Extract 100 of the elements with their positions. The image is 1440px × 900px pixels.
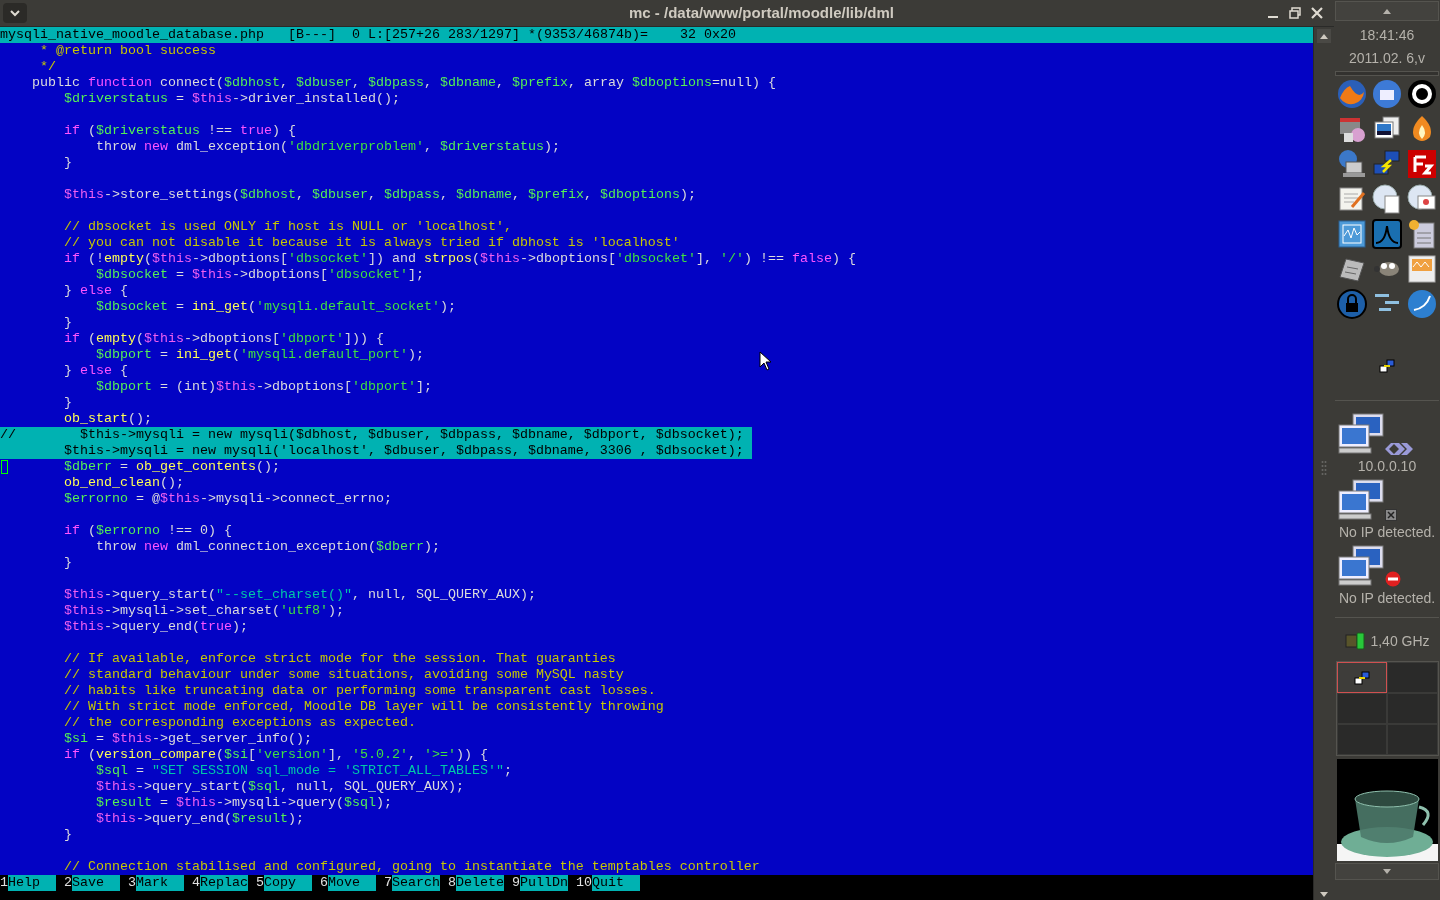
maximize-icon[interactable] [1288, 6, 1302, 20]
code-line: ob_start(); [63, 411, 152, 427]
code-line: $si = $this->get_server_info(); [63, 731, 312, 747]
network-address: No IP detected. [1338, 523, 1436, 541]
clock-date: 2011.02. 6,v [1349, 49, 1425, 67]
window-menu-button[interactable] [3, 3, 27, 23]
clock-time: 18:41:46 [1359, 26, 1415, 44]
function-key-button[interactable]: Delete [456, 875, 504, 891]
code-line: // Connection stabilised and configured, going to instantiate the temptables controller [63, 859, 760, 875]
code-line: // dbsocket is used ONLY if host is NULL or 'localhost', [63, 219, 512, 235]
function-key-number: 10 [576, 875, 592, 891]
code-line: // habits like truncating data or performing some transparent cast losses. [63, 683, 656, 699]
code-line: } else { [63, 363, 128, 379]
network-address: 10.0.0.10 [1357, 457, 1417, 475]
scroll-up-button[interactable] [1317, 29, 1331, 43]
app-icon[interactable] [1406, 148, 1438, 180]
workspace-cell[interactable] [1387, 724, 1438, 755]
workspace-cell[interactable] [1387, 662, 1438, 693]
code-line: if (!empty($this->dboptions['dbsocket']) and strpos($this->dboptions['dbsocket'], '/') !== false) { [63, 251, 856, 267]
code-line: * @return bool success [39, 43, 216, 59]
scroll-down-icon[interactable] [1320, 892, 1328, 897]
code-line: $dbsocket = ini_get('mysqli.default_socket'); [94, 299, 456, 315]
function-key-number: 3 [128, 875, 136, 891]
function-key-button[interactable]: Mark [136, 875, 184, 891]
function-key-button[interactable]: Quit [592, 875, 640, 891]
globe-icon[interactable] [1336, 78, 1368, 110]
network-icon[interactable] [1379, 358, 1395, 374]
code-line: if ($driverstatus !== true) { [63, 123, 296, 139]
cross-box-icon [1385, 509, 1397, 521]
function-key-button[interactable]: Copy [264, 875, 312, 891]
code-line: // With strict mode enforced, Moodle DB layer will be consistently throwing [63, 699, 664, 715]
code-line: $this->query_end(true); [63, 619, 248, 635]
code-line: $this->query_start("--set_charset()", null, SQL_QUERY_AUX); [63, 587, 536, 603]
code-line: $dbport = (int)$this->dboptions['dbport']; [94, 379, 432, 395]
no-entry-icon [1385, 571, 1401, 587]
function-key-number: 6 [320, 875, 328, 891]
function-key-button[interactable]: Help [8, 875, 56, 891]
code-line: } [63, 555, 72, 571]
document-icon[interactable] [1371, 183, 1403, 215]
code-line: $this->store_settings($dbhost, $dbuser, $dbpass, $dbname, $prefix, $dboptions); [63, 187, 696, 203]
resize-grip-icon[interactable] [1321, 459, 1327, 476]
status-file-name: mysqli_native_moodle_database.php [0, 27, 264, 43]
chevron-down-icon [9, 9, 21, 17]
window-icon [1353, 669, 1370, 686]
network-address: No IP detected. [1338, 589, 1436, 607]
status-position: 0 L:[257+26 283/1297] [351, 27, 520, 43]
computers-icon[interactable] [1337, 413, 1385, 455]
computer-icon[interactable] [1336, 148, 1368, 180]
cpu-chip-icon [1344, 632, 1367, 650]
function-key-number: 1 [0, 875, 8, 891]
code-line: // If available, enforce strict mode for the session. That guaranties [63, 651, 616, 667]
function-key-number: 7 [384, 875, 392, 891]
cpu-frequency: 1,40 GHz [1370, 632, 1430, 650]
function-key-number: 8 [448, 875, 456, 891]
code-line: ob_end_clean(); [63, 475, 184, 491]
code-line: throw new dml_connection_exception($dberr); [94, 539, 440, 555]
window-title: mc - /data/www/portal/moodle/lib/dml [629, 2, 894, 23]
computers-icon[interactable] [1337, 545, 1385, 587]
code-line: if (version_compare($si['version'], '5.0.2', '>=')) { [63, 747, 488, 763]
code-line: // the corresponding exceptions as expected. [63, 715, 416, 731]
workspace-cell[interactable] [1336, 724, 1387, 755]
close-icon[interactable] [1310, 6, 1324, 20]
mouse-pointer-icon [759, 351, 772, 371]
down-arrow-icon [1383, 869, 1391, 874]
function-key-number: 9 [512, 875, 520, 891]
waveform-icon[interactable] [1336, 218, 1368, 250]
code-line: } [63, 315, 72, 331]
workspace-cell[interactable] [1387, 693, 1438, 724]
code-line: $dbport = ini_get('mysqli.default_port'); [94, 347, 424, 363]
fin-wave-icon[interactable] [1371, 218, 1403, 250]
mail-icon[interactable] [1371, 78, 1403, 110]
workspace-cell[interactable] [1336, 693, 1387, 724]
swoosh-icon[interactable] [1406, 288, 1438, 320]
status-char-code: 32 0x20 [679, 27, 736, 43]
code-line: $sql = "SET SESSION sql_mode = 'STRICT_ALL_TABLES'"; [94, 763, 512, 779]
code-line: $this->query_start($sql, null, SQL_QUERY_AUX); [94, 779, 464, 795]
workspace-cell[interactable] [1336, 662, 1387, 693]
function-key-number: 2 [64, 875, 72, 891]
code-line: $this->mysqli = new mysqli('localhost', $dbuser, $dbpass, $dbname, 3306 , $dbsocket); [63, 443, 744, 459]
code-line: } [63, 395, 72, 411]
code-line: // standard behaviour under some situations, avoiding some MySQL nasty [63, 667, 624, 683]
ring-icon[interactable] [1406, 78, 1438, 110]
function-key-button[interactable]: Save [72, 875, 120, 891]
code-line: $dbsocket = $this->dboptions['dbsocket']; [94, 267, 424, 283]
code-line: $dberr = ob_get_contents(); [63, 459, 280, 475]
function-key-button[interactable]: Move [328, 875, 376, 891]
function-key-number: 4 [192, 875, 200, 891]
code-line: } else { [63, 283, 128, 299]
function-key-button[interactable]: Search [392, 875, 440, 891]
function-key-button[interactable]: PullDn [520, 875, 568, 891]
panel-grip[interactable] [1335, 71, 1439, 76]
oscilloscope-icon[interactable] [1406, 253, 1438, 285]
code-line: // you can not disable it because it is always tried if dbhost is 'localhost' [63, 235, 680, 251]
code-line: $errorno = @$this->mysqli->connect_errno; [63, 491, 392, 507]
status-size: *(9353/46874b)= [527, 27, 648, 43]
computers-icon[interactable] [1337, 479, 1385, 521]
function-key-button[interactable]: Replac [200, 875, 248, 891]
code-line: $driverstatus = $this->driver_installed(); [63, 91, 400, 107]
code-line: // $this->mysqli = new mysqli($dbhost, $dbuser, $dbpass, $dbname, $dbport, $dbsocket); [0, 427, 744, 443]
code-line: if ($errorno !== 0) { [63, 523, 232, 539]
